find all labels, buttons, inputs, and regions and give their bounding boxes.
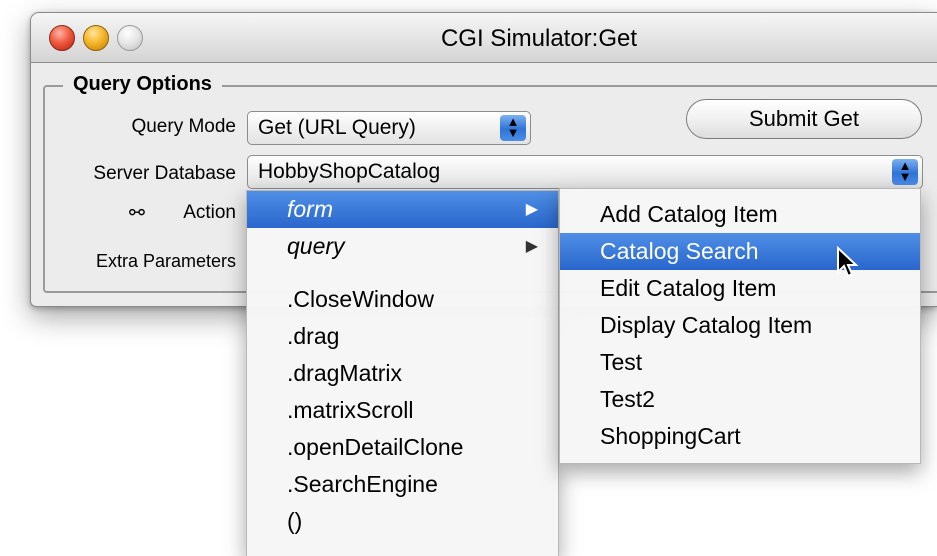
menu-item-procedure[interactable]: () <box>247 503 558 540</box>
extra-parameters-label: Extra Parameters <box>95 251 236 271</box>
submenu-item[interactable]: Display Catalog Item <box>560 307 920 344</box>
submenu-item[interactable]: Test2 <box>560 381 920 418</box>
window-title: CGI Simulator:Get <box>440 25 638 52</box>
title-bar[interactable]: CGI Simulator:Get <box>31 13 937 63</box>
menu-item-query[interactable]: query ▶ <box>247 228 558 265</box>
query-mode-value: Get (URL Query) <box>258 116 416 139</box>
submenu-item[interactable]: Edit Catalog Item <box>560 270 920 307</box>
menu-item-procedure[interactable]: .matrixScroll <box>247 392 558 429</box>
action-link-icon: ⚯ <box>129 203 145 224</box>
menu-item-form[interactable]: form ▶ <box>247 191 558 228</box>
menu-item-procedure[interactable]: .drag <box>247 318 558 355</box>
action-menu: form ▶ query ▶ .CloseWindow .drag .dragM… <box>246 190 559 556</box>
menu-item-procedure[interactable]: .CloseWindow <box>247 281 558 318</box>
menu-item-procedure[interactable]: .SearchEngine <box>247 466 558 503</box>
server-database-label: Server Database <box>93 163 236 184</box>
query-mode-popup[interactable]: Get (URL Query) ▲ ▼ <box>247 111 531 145</box>
submenu-item-selected[interactable]: Catalog Search <box>560 233 920 270</box>
action-label: Action <box>183 202 236 223</box>
menu-item-label: query <box>287 233 345 259</box>
menu-separator <box>247 265 558 281</box>
query-mode-label: Query Mode <box>131 116 236 137</box>
menu-item-label: form <box>287 196 333 222</box>
popup-arrows-icon: ▲ ▼ <box>500 115 526 141</box>
submenu-item[interactable]: Test <box>560 344 920 381</box>
submenu-arrow-icon: ▶ <box>525 238 538 255</box>
form-submenu: Add Catalog Item Catalog Search Edit Cat… <box>559 188 921 464</box>
server-database-popup[interactable]: HobbyShopCatalog ▲ ▼ <box>247 155 923 189</box>
query-options-label: Query Options <box>63 73 222 96</box>
menu-item-procedure[interactable]: .openDetailClone <box>247 429 558 466</box>
mouse-pointer-icon <box>837 246 859 278</box>
submenu-item[interactable]: Add Catalog Item <box>560 196 920 233</box>
submit-get-button[interactable]: Submit Get <box>686 99 922 139</box>
submenu-arrow-icon: ▶ <box>525 201 538 218</box>
menu-item-procedure[interactable]: .dragMatrix <box>247 355 558 392</box>
popup-arrows-icon: ▲ ▼ <box>892 159 918 185</box>
submenu-item[interactable]: ShoppingCart <box>560 418 920 455</box>
server-database-value: HobbyShopCatalog <box>258 160 441 183</box>
